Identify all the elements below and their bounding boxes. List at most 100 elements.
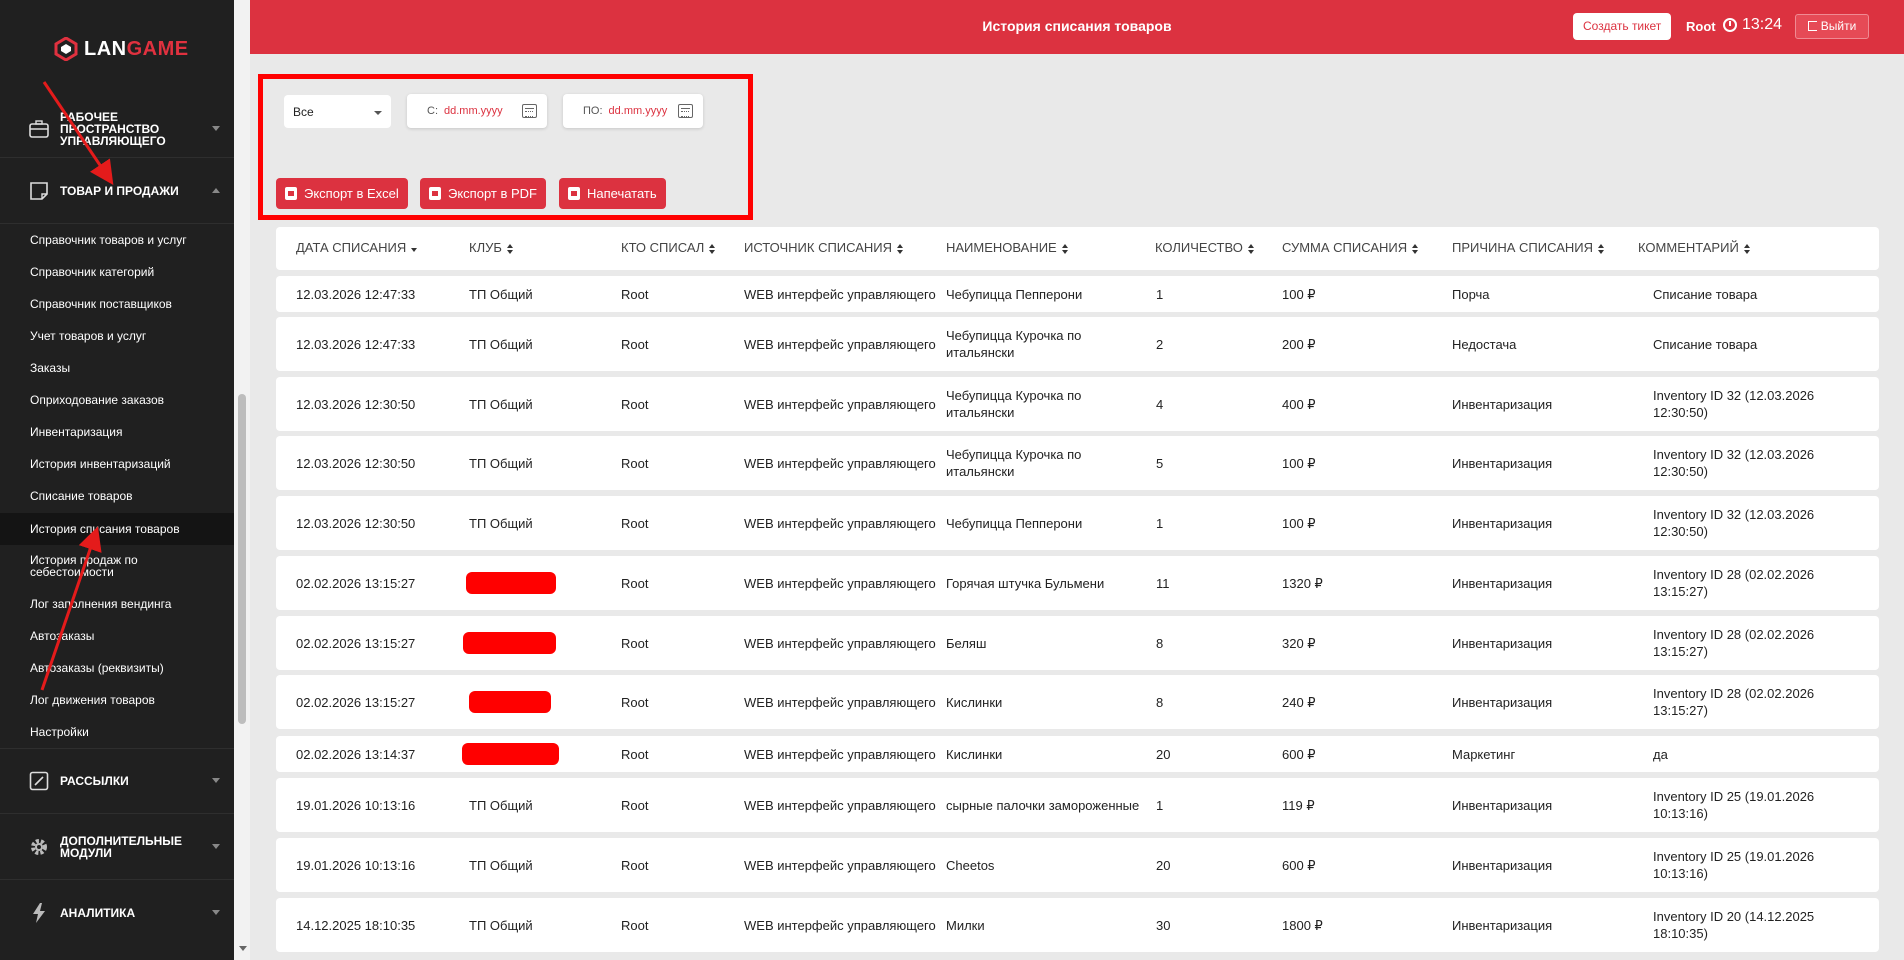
chevron-up-icon — [212, 187, 220, 193]
chevron-down-icon — [212, 843, 220, 849]
sidebar-item-vending-log[interactable]: Лог заполнения вендинга — [0, 598, 234, 610]
col-header-comment[interactable]: Комментарий — [1638, 240, 1751, 255]
nav-section-workspace[interactable]: Рабочее пространство управляющего — [0, 100, 234, 158]
sidebar-scrollbar-thumb[interactable] — [238, 394, 246, 724]
cell-date: 12.03.2026 12:47:33 — [296, 337, 416, 352]
cell-comment: Inventory ID 20 (14.12.2025 18:10:35) — [1653, 909, 1815, 941]
cell-date: 02.02.2026 13:14:37 — [296, 747, 416, 762]
cell-date: 12.03.2026 12:30:50 — [296, 456, 416, 471]
sidebar-item-auto-orders[interactable]: Автозаказы — [0, 630, 234, 642]
cell-comment: Inventory ID 32 (12.03.2026 12:30:50) — [1653, 447, 1815, 479]
cell-club: ТП Общий — [469, 516, 533, 531]
sidebar-item-categories[interactable]: Справочник категорий — [0, 266, 234, 278]
date-from-field[interactable]: С: dd.mm.yyyy — [407, 94, 547, 128]
sidebar-item-orders[interactable]: Заказы — [0, 362, 234, 374]
cell-qty: 11 — [1156, 576, 1170, 591]
sidebar-item-inventory-history[interactable]: История инвентаризаций — [0, 458, 234, 470]
cell-reason: Инвентаризация — [1452, 695, 1553, 710]
export-pdf-button[interactable]: Экспорт в PDF — [420, 178, 546, 209]
cell-date: 14.12.2025 18:10:35 — [296, 918, 416, 933]
lightning-icon — [28, 902, 50, 924]
cell-qty: 2 — [1156, 337, 1164, 352]
cell-comment: Inventory ID 28 (02.02.2026 13:15:27) — [1653, 567, 1815, 599]
cell-sum: 100 ₽ — [1282, 516, 1316, 531]
col-header-sum[interactable]: Сумма списания — [1282, 240, 1419, 255]
cell-who: Root — [621, 798, 649, 813]
nav-section-analytics[interactable]: Аналитика — [0, 880, 234, 946]
cell-source: WEB интерфейс управляющего — [744, 456, 936, 471]
cell-reason: Инвентаризация — [1452, 397, 1553, 412]
cell-qty: 8 — [1156, 695, 1164, 710]
clock: 13:24 — [1723, 16, 1782, 34]
sort-icon — [1412, 243, 1419, 254]
redaction-mark — [463, 632, 556, 654]
cell-name: Чебупицца Курочка по итальянски — [946, 447, 1082, 479]
calendar-icon[interactable] — [678, 104, 693, 118]
cell-club: ТП Общий — [469, 456, 533, 471]
logo[interactable]: LANGAME — [54, 36, 189, 62]
cell-who: Root — [621, 695, 649, 710]
logo-text: LANGAME — [84, 37, 189, 60]
sidebar-item-write-off-history[interactable]: История списания товаров — [0, 513, 234, 545]
clock-icon — [1723, 18, 1737, 32]
cell-date: 19.01.2026 10:13:16 — [296, 798, 416, 813]
sidebar-item-auto-orders-details[interactable]: Автозаказы (реквизиты) — [0, 662, 234, 674]
create-ticket-button[interactable]: Создать тикет — [1573, 13, 1672, 40]
cell-comment: да — [1653, 747, 1668, 762]
sidebar-item-goods-accounting[interactable]: Учет товаров и услуг — [0, 330, 234, 342]
sort-icon — [1061, 243, 1069, 254]
sidebar-item-settings[interactable]: Настройки — [0, 726, 234, 738]
cell-comment: Inventory ID 28 (02.02.2026 13:15:27) — [1653, 686, 1815, 718]
col-header-quantity[interactable]: Количество — [1155, 240, 1255, 255]
nav-section-mailings[interactable]: Рассылки — [0, 748, 234, 814]
print-label: Напечатать — [587, 186, 657, 201]
col-header-date[interactable]: Дата списания — [296, 240, 418, 255]
cell-qty: 1 — [1156, 516, 1164, 531]
club-select-value: Все — [293, 105, 314, 119]
cell-club: ТП Общий — [469, 798, 533, 813]
sidebar-item-goods-catalog[interactable]: Справочник товаров и услуг — [0, 234, 234, 246]
logout-button[interactable]: Выйти — [1795, 14, 1869, 39]
sidebar-item-write-off[interactable]: Списание товаров — [0, 490, 234, 502]
calendar-icon[interactable] — [522, 104, 537, 118]
chevron-down-icon — [374, 111, 382, 115]
sidebar-item-inventory[interactable]: Инвентаризация — [0, 426, 234, 438]
col-header-who[interactable]: Кто списал — [621, 240, 716, 255]
sort-desc-icon — [411, 244, 418, 254]
cell-qty: 5 — [1156, 456, 1164, 471]
cell-qty: 8 — [1156, 636, 1164, 651]
cell-club: ТП Общий — [469, 337, 533, 352]
col-header-club[interactable]: Клуб — [469, 240, 514, 255]
sidebar-item-order-receiving[interactable]: Оприходование заказов — [0, 394, 234, 406]
cell-name: Cheetos — [946, 858, 995, 873]
sidebar-item-sales-cost-history[interactable]: История продаж по себестоимости — [0, 554, 200, 578]
cell-sum: 600 ₽ — [1282, 747, 1316, 762]
cell-date: 02.02.2026 13:15:27 — [296, 695, 416, 710]
nav-section-extra-modules[interactable]: Дополнительные модули — [0, 814, 234, 880]
chevron-down-icon — [212, 910, 220, 915]
cell-source: WEB интерфейс управляющего — [744, 576, 936, 591]
cell-source: WEB интерфейс управляющего — [744, 516, 936, 531]
sidebar-item-suppliers[interactable]: Справочник поставщиков — [0, 298, 234, 310]
cell-reason: Инвентаризация — [1452, 636, 1553, 651]
redaction-mark — [466, 572, 556, 594]
cell-who: Root — [621, 747, 649, 762]
cell-source: WEB интерфейс управляющего — [744, 397, 936, 412]
club-select[interactable]: Все — [284, 95, 391, 128]
sidebar-item-goods-movement-log[interactable]: Лог движения товаров — [0, 694, 234, 706]
nav-section-goods-sales[interactable]: Товар и продажи — [0, 158, 234, 224]
col-header-source[interactable]: Источник списания — [744, 240, 904, 255]
scroll-down-arrow-icon[interactable] — [239, 946, 247, 951]
redaction-mark — [469, 691, 551, 713]
cell-reason: Инвентаризация — [1452, 918, 1553, 933]
cell-who: Root — [621, 636, 649, 651]
print-button[interactable]: Напечатать — [559, 178, 666, 209]
col-header-reason[interactable]: Причина списания — [1452, 240, 1605, 255]
cell-sum: 119 ₽ — [1282, 798, 1315, 813]
export-excel-button[interactable]: Экспорт в Excel — [276, 178, 408, 209]
cell-name: Чебупицца Курочка по итальянски — [946, 388, 1082, 420]
date-to-field[interactable]: ПО: dd.mm.yyyy — [563, 94, 703, 128]
cell-comment: Inventory ID 25 (19.01.2026 10:13:16) — [1653, 849, 1815, 881]
cell-reason: Недостача — [1452, 337, 1517, 352]
col-header-name[interactable]: Наименование — [946, 240, 1069, 255]
